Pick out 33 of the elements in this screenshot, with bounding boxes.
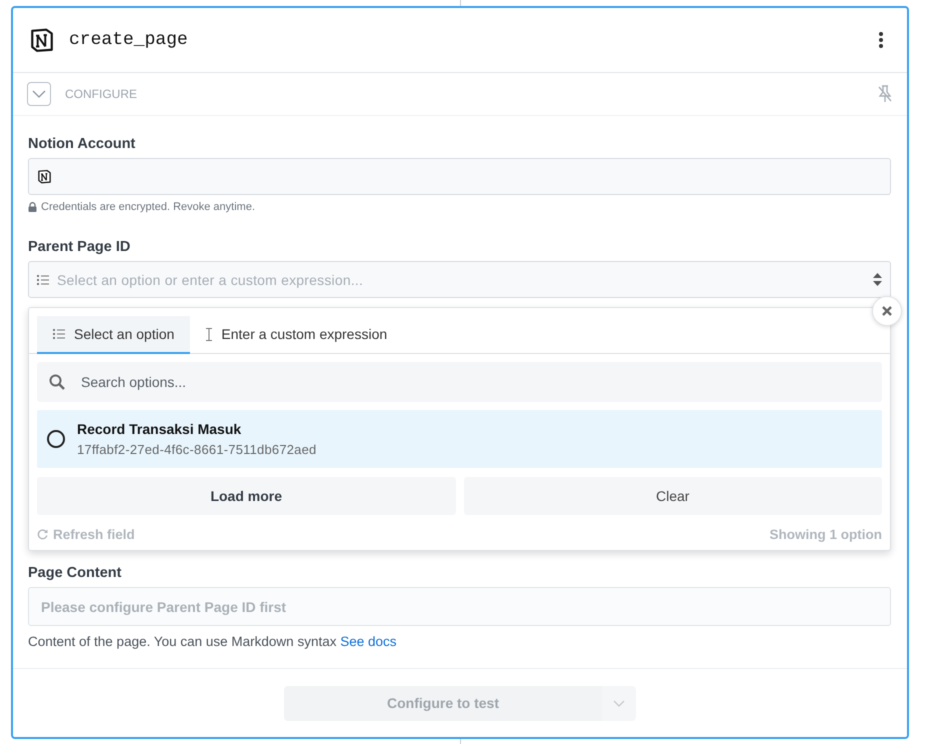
option-item[interactable]: Record Transaksi Masuk 17ffabf2-27ed-4f6c-8661-7511db672aed [37, 410, 882, 468]
node-title: create_page [69, 30, 189, 50]
chevron-icon [32, 90, 46, 98]
option-id: 17ffabf2-27ed-4f6c-8661-7511db672aed [77, 442, 316, 457]
list-icon [53, 329, 65, 339]
field-label: Parent Page ID [28, 239, 132, 255]
option-name: Record Transaksi Masuk [77, 421, 242, 437]
close-icon [882, 306, 892, 316]
collapse-button[interactable] [27, 82, 51, 106]
vertical-dots-icon [879, 32, 883, 48]
see-docs-link[interactable]: See docs [340, 634, 397, 649]
field-help-text: Content of the page. You can use Markdown syntax See docs [28, 634, 398, 649]
section-label: CONFIGURE [65, 87, 138, 101]
unpin-icon[interactable] [877, 85, 893, 103]
field-label: Notion Account [28, 136, 136, 152]
credentials-note: Credentials are encrypted. Revoke anytime. [41, 201, 255, 213]
dropdown-tab[interactable]: Select an option [37, 316, 190, 354]
notion-logo-icon [37, 169, 52, 184]
chevron-icon [613, 700, 625, 706]
list-icon [37, 274, 49, 284]
lock-icon [28, 202, 37, 212]
sort-arrows-icon [873, 273, 882, 286]
refresh-icon [37, 529, 48, 540]
load-more-button[interactable]: Load more [37, 477, 456, 515]
search-field[interactable]: Search options... [37, 362, 882, 402]
radio-button[interactable] [47, 430, 65, 448]
option-count: Showing 1 option [770, 527, 882, 542]
clear-button[interactable]: Clear [464, 477, 882, 515]
text-cursor-icon [206, 328, 212, 340]
close-button[interactable] [872, 296, 902, 326]
field-label: Page Content [28, 565, 122, 581]
notion-logo-icon [29, 27, 55, 53]
dropdown-tab[interactable]: Enter a custom expression [190, 316, 404, 354]
